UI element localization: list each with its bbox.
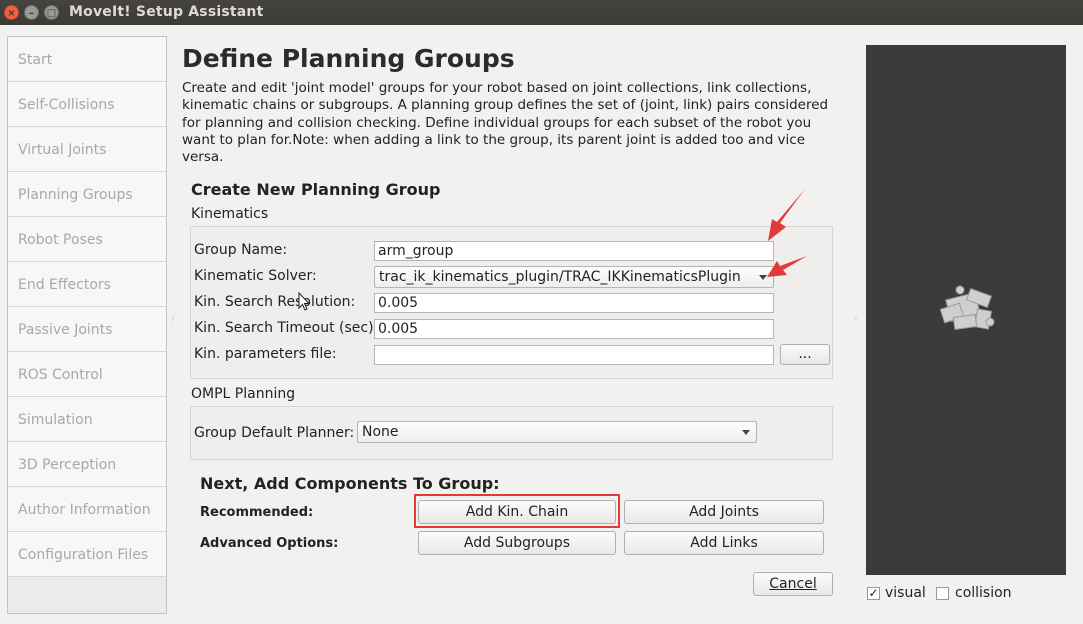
close-window-button[interactable]: × (4, 5, 19, 20)
parameters-file-label: Kin. parameters file: (194, 346, 337, 362)
add-subgroups-button[interactable]: Add Subgroups (418, 531, 616, 555)
annotation-arrow-icon (768, 189, 805, 241)
sidebar-item-3d-perception[interactable]: 3D Perception (8, 442, 166, 487)
mouse-cursor-icon (298, 292, 310, 311)
highlight-box (414, 494, 620, 528)
sidebar-item-passive-joints[interactable]: Passive Joints (8, 307, 166, 352)
window-titlebar: × – □ MoveIt! Setup Assistant (0, 0, 1083, 25)
search-resolution-input[interactable]: 0.005 (374, 293, 774, 313)
left-splitter-handle[interactable]: ⋮ (169, 316, 177, 328)
add-links-button[interactable]: Add Links (624, 531, 824, 555)
sidebar-item-robot-poses[interactable]: Robot Poses (8, 217, 166, 262)
kinematics-label: Kinematics (191, 206, 269, 222)
annotation-arrow-icon (767, 256, 807, 277)
chevron-down-icon (742, 430, 750, 435)
collision-label: collision (955, 585, 1012, 601)
sidebar-item-author-information[interactable]: Author Information (8, 487, 166, 532)
advanced-options-label: Advanced Options: (200, 536, 339, 551)
sidebar-item-ros-control[interactable]: ROS Control (8, 352, 166, 397)
kinematic-solver-label: Kinematic Solver: (194, 268, 317, 284)
sidebar-item-configuration-files[interactable]: Configuration Files (8, 532, 166, 577)
sidebar-item-self-collisions[interactable]: Self-Collisions (8, 82, 166, 127)
visual-checkbox[interactable]: ✓ (867, 587, 880, 600)
sidebar-item-end-effectors[interactable]: End Effectors (8, 262, 166, 307)
sidebar-nav: Start Self-Collisions Virtual Joints Pla… (7, 36, 167, 614)
sidebar-item-planning-groups[interactable]: Planning Groups (8, 172, 166, 217)
browse-parameters-button[interactable]: ... (780, 344, 830, 365)
group-name-label: Group Name: (194, 242, 288, 258)
default-planner-label: Group Default Planner: (194, 425, 355, 441)
maximize-window-button[interactable]: □ (44, 5, 59, 20)
search-timeout-input[interactable]: 0.005 (374, 319, 774, 339)
add-components-heading: Next, Add Components To Group: (200, 474, 500, 493)
cancel-button[interactable]: Cancel (753, 572, 833, 596)
ompl-planning-label: OMPL Planning (191, 386, 296, 402)
sidebar-item-virtual-joints[interactable]: Virtual Joints (8, 127, 166, 172)
collision-checkbox[interactable] (936, 587, 949, 600)
group-name-input[interactable]: arm_group (374, 241, 774, 261)
cancel-label: Cancel (769, 576, 817, 592)
page-title: Define Planning Groups (182, 44, 515, 73)
recommended-label: Recommended: (200, 505, 314, 520)
page-description: Create and edit 'joint model' groups for… (182, 80, 829, 166)
window-title: MoveIt! Setup Assistant (69, 4, 264, 20)
sidebar-item-start[interactable]: Start (8, 37, 166, 82)
default-planner-select[interactable]: None (357, 421, 757, 443)
robot-model-icon (940, 285, 995, 331)
search-timeout-label: Kin. Search Timeout (sec): (194, 320, 379, 336)
create-group-heading: Create New Planning Group (191, 180, 441, 199)
kinematic-solver-value: trac_ik_kinematics_plugin/TRAC_IKKinemat… (379, 269, 741, 285)
search-resolution-label: Kin. Search Resolution: (194, 294, 356, 310)
planning-groups-panel: Define Planning Groups Create and edit '… (182, 40, 842, 620)
add-joints-button[interactable]: Add Joints (624, 500, 824, 524)
parameters-file-input[interactable] (374, 345, 774, 365)
kinematic-solver-select[interactable]: trac_ik_kinematics_plugin/TRAC_IKKinemat… (374, 266, 774, 288)
minimize-window-button[interactable]: – (24, 5, 39, 20)
default-planner-value: None (362, 424, 399, 440)
visual-label: visual (885, 585, 926, 601)
sidebar-item-simulation[interactable]: Simulation (8, 397, 166, 442)
right-splitter-handle[interactable]: ⋮ (852, 316, 860, 328)
